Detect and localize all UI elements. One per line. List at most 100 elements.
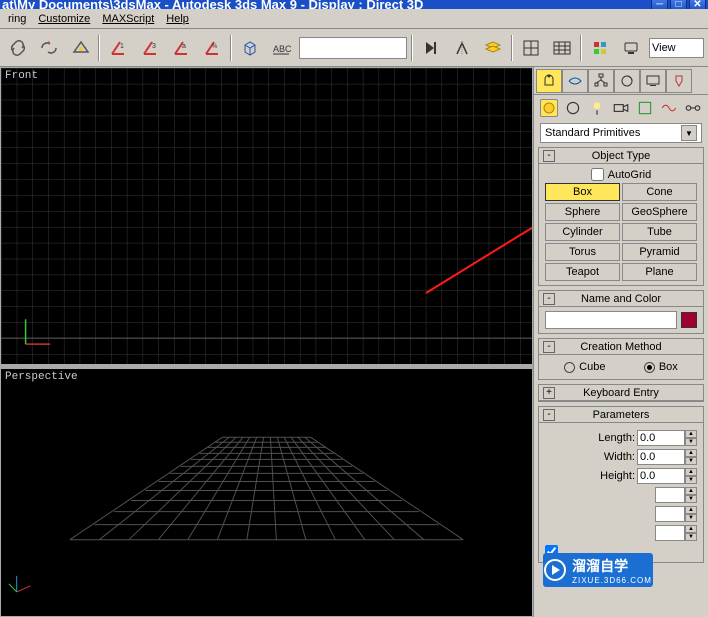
svg-text:1: 1: [120, 43, 124, 50]
length-label: Length:: [598, 432, 635, 444]
minus-icon: -: [543, 341, 555, 353]
next-key-icon[interactable]: [417, 34, 444, 62]
motion-tab[interactable]: [614, 69, 640, 93]
length-spin-down[interactable]: ▼: [685, 438, 697, 446]
segs3-input[interactable]: [655, 525, 685, 541]
minimize-button[interactable]: ─: [651, 0, 668, 9]
width-label: Width:: [604, 451, 635, 463]
chevron-down-icon: ▼: [681, 125, 697, 141]
schematic-icon[interactable]: [618, 34, 645, 62]
pyramid-button[interactable]: Pyramid: [622, 243, 697, 261]
cube-icon[interactable]: [236, 34, 263, 62]
viewports: Front Perspective: [0, 67, 533, 617]
menu-bar: ring Customize MAXScript Help: [0, 9, 708, 29]
geosphere-button[interactable]: GeoSphere: [622, 203, 697, 221]
selection-set-dropdown[interactable]: [299, 37, 407, 59]
rollout-header-object-type[interactable]: - Object Type: [539, 148, 703, 164]
segs2-spin-up[interactable]: ▲: [685, 506, 697, 514]
width-spin-up[interactable]: ▲: [685, 449, 697, 457]
anglea-icon[interactable]: a: [167, 34, 194, 62]
autogrid-checkbox[interactable]: [591, 168, 604, 181]
rollout-header-creation-method[interactable]: - Creation Method: [539, 339, 703, 355]
svg-text:ABC: ABC: [273, 44, 291, 54]
height-input[interactable]: [637, 468, 685, 484]
cube-radio[interactable]: Cube: [564, 361, 605, 373]
plus-icon: +: [543, 387, 555, 399]
length-input[interactable]: [637, 430, 685, 446]
geometry-subtab[interactable]: [540, 99, 558, 117]
menu-rendering[interactable]: ring: [2, 11, 32, 27]
view-dropdown[interactable]: [649, 38, 704, 58]
segs3-spin-up[interactable]: ▲: [685, 525, 697, 533]
anglepercent-icon[interactable]: %: [199, 34, 226, 62]
segs1-input[interactable]: [655, 487, 685, 503]
height-label: Height:: [600, 470, 635, 482]
svg-text:a: a: [182, 43, 186, 50]
autogrid-label: AutoGrid: [608, 169, 651, 181]
object-color-swatch[interactable]: [681, 312, 697, 328]
cone-button[interactable]: Cone: [622, 183, 697, 201]
object-name-input[interactable]: [545, 311, 677, 329]
unlink-icon[interactable]: [35, 34, 62, 62]
primitive-category-label: Standard Primitives: [545, 127, 640, 139]
sphere-button[interactable]: Sphere: [545, 203, 620, 221]
segs3-spin-down[interactable]: ▼: [685, 533, 697, 541]
rollout-parameters: - Parameters Length: ▲▼ Width: ▲▼ Height…: [538, 406, 704, 563]
width-input[interactable]: [637, 449, 685, 465]
watermark: 溜溜自学 ZIXUE.3D66.COM: [543, 553, 653, 587]
primitive-category-dropdown[interactable]: Standard Primitives ▼: [540, 123, 702, 143]
measure-icon[interactable]: ABC: [268, 34, 295, 62]
maximize-button[interactable]: □: [670, 0, 687, 9]
segs2-input[interactable]: [655, 506, 685, 522]
shapes-subtab[interactable]: [564, 99, 582, 117]
segs1-spin-down[interactable]: ▼: [685, 495, 697, 503]
create-tab[interactable]: [536, 69, 562, 93]
systems-subtab[interactable]: [684, 99, 702, 117]
menu-maxscript[interactable]: MAXScript: [96, 11, 160, 27]
rollout-header-name-color[interactable]: - Name and Color: [539, 291, 703, 307]
menu-help[interactable]: Help: [160, 11, 195, 27]
segs1-spin-up[interactable]: ▲: [685, 487, 697, 495]
link-icon[interactable]: [4, 34, 31, 62]
four-dots-icon[interactable]: [586, 34, 613, 62]
height-spin-down[interactable]: ▼: [685, 476, 697, 484]
close-button[interactable]: ✕: [689, 0, 706, 9]
helpers-subtab[interactable]: [636, 99, 654, 117]
torus-button[interactable]: Torus: [545, 243, 620, 261]
plane-button[interactable]: Plane: [622, 263, 697, 281]
rollout-keyboard-entry: + Keyboard Entry: [538, 384, 704, 402]
utilities-tab[interactable]: [666, 69, 692, 93]
minus-icon: -: [543, 150, 555, 162]
box-radio[interactable]: Box: [644, 361, 678, 373]
menu-customize[interactable]: Customize: [32, 11, 96, 27]
svg-text:3: 3: [152, 43, 156, 50]
main-toolbar: 1 3 a % ABC: [0, 29, 708, 67]
grid-small-icon[interactable]: [517, 34, 544, 62]
segs2-spin-down[interactable]: ▼: [685, 514, 697, 522]
viewport-front[interactable]: Front: [0, 67, 533, 365]
height-spin-up[interactable]: ▲: [685, 468, 697, 476]
minus-icon: -: [543, 293, 555, 305]
angle-one-icon[interactable]: 1: [104, 34, 131, 62]
teapot-button[interactable]: Teapot: [545, 263, 620, 281]
display-tab[interactable]: [640, 69, 666, 93]
width-spin-down[interactable]: ▼: [685, 457, 697, 465]
rollout-header-keyboard-entry[interactable]: + Keyboard Entry: [539, 385, 703, 401]
angle-three-icon[interactable]: 3: [136, 34, 163, 62]
hierarchy-tab[interactable]: [588, 69, 614, 93]
rollout-header-parameters[interactable]: - Parameters: [539, 407, 703, 423]
viewport-perspective[interactable]: Perspective: [0, 365, 533, 617]
lights-subtab[interactable]: [588, 99, 606, 117]
cylinder-button[interactable]: Cylinder: [545, 223, 620, 241]
length-spin-up[interactable]: ▲: [685, 430, 697, 438]
bind-icon[interactable]: [67, 34, 94, 62]
box-button[interactable]: Box: [545, 183, 620, 201]
grid-big-icon[interactable]: [549, 34, 576, 62]
spacewarps-subtab[interactable]: [660, 99, 678, 117]
mirror-icon[interactable]: [448, 34, 475, 62]
play-icon: [544, 559, 566, 581]
layers-icon[interactable]: [480, 34, 507, 62]
cameras-subtab[interactable]: [612, 99, 630, 117]
tube-button[interactable]: Tube: [622, 223, 697, 241]
modify-tab[interactable]: [562, 69, 588, 93]
